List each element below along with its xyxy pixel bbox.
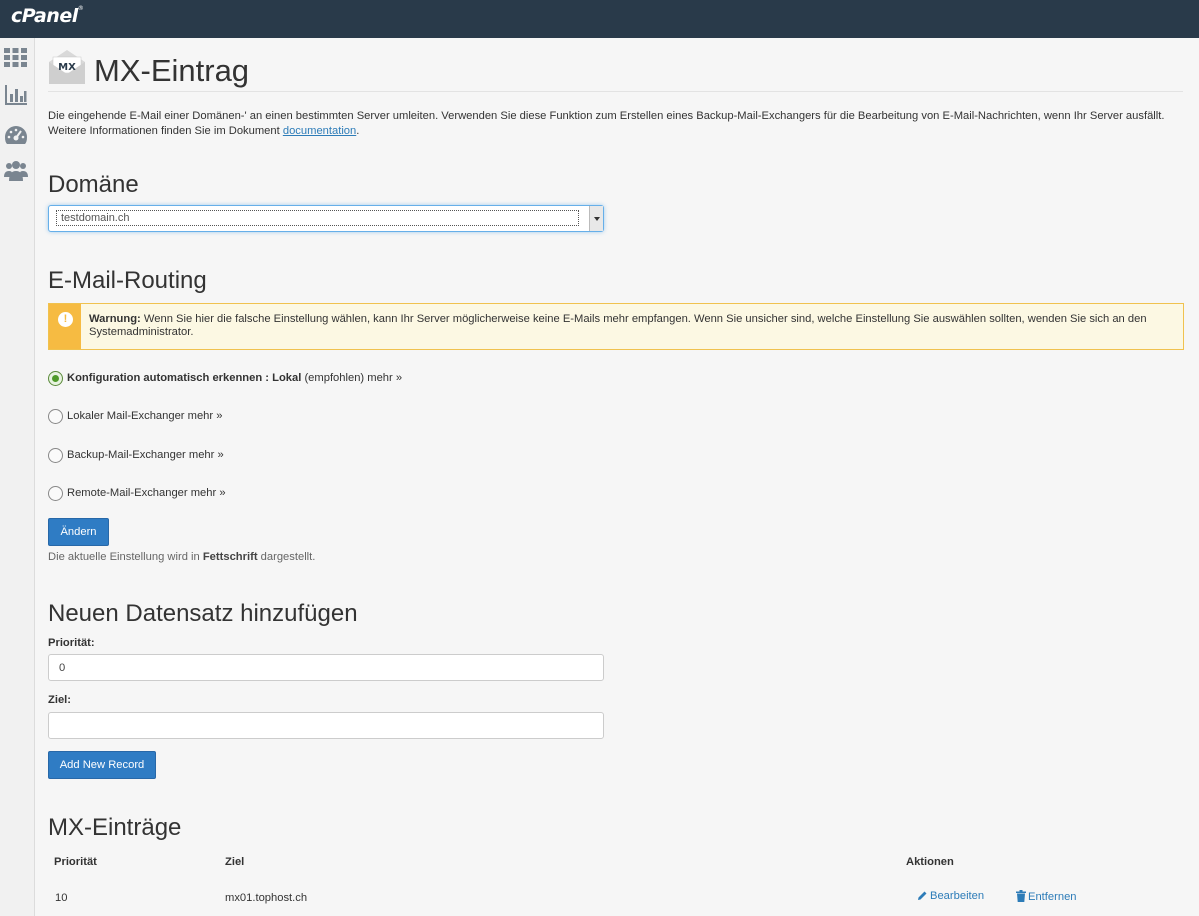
documentation-link[interactable]: documentation — [283, 125, 356, 137]
domain-select[interactable]: testdomain.ch — [48, 205, 604, 232]
mx-envelope-icon: MX — [48, 48, 86, 86]
more-link[interactable]: mehr » — [186, 449, 224, 461]
target-input[interactable] — [48, 712, 604, 739]
target-label: Ziel: — [48, 694, 71, 706]
radio-label: Remote-Mail-Exchanger mehr » — [67, 487, 226, 499]
row-priority: 10 — [55, 892, 68, 904]
add-record-heading: Neuen Datensatz hinzufügen — [48, 600, 358, 627]
more-link[interactable]: mehr » — [185, 410, 223, 422]
mx-entries-heading: MX-Einträge — [48, 814, 182, 841]
radio-button[interactable] — [48, 486, 63, 501]
page-title: MX-Eintrag — [94, 53, 250, 88]
warning-text: Warnung: Wenn Sie hier die falsche Einst… — [89, 313, 1147, 338]
warning-side-bar: ! — [49, 304, 81, 349]
domain-select-value: testdomain.ch — [56, 210, 579, 226]
priority-label: Priorität: — [48, 637, 95, 649]
trash-icon — [1016, 890, 1026, 902]
radio-label: Lokaler Mail-Exchanger mehr » — [67, 410, 223, 422]
column-header-actions: Aktionen — [906, 856, 954, 868]
remove-action[interactable]: Entfernen — [1016, 890, 1077, 903]
row-target: mx01.tophost.ch — [225, 892, 308, 904]
radio-label: Backup-Mail-Exchanger mehr » — [67, 449, 224, 461]
routing-heading: E-Mail-Routing — [48, 267, 207, 294]
radio-button[interactable] — [48, 448, 63, 463]
dashboard-gauge-icon[interactable] — [4, 124, 28, 148]
users-icon[interactable] — [4, 160, 28, 184]
chevron-down-icon — [589, 206, 603, 231]
main-content: MX MX-Eintrag Die eingehende E-Mail eine… — [36, 38, 1199, 916]
sidebar — [0, 38, 35, 916]
cpanel-logo[interactable]: cPanel® — [11, 5, 84, 27]
edit-action[interactable]: Bearbeiten — [917, 890, 984, 902]
more-link[interactable]: mehr » — [364, 372, 402, 384]
domain-heading: Domäne — [48, 171, 139, 198]
column-header-target: Ziel — [225, 856, 245, 868]
radio-button-checked[interactable] — [48, 371, 63, 386]
edit-label: Bearbeiten — [930, 890, 985, 902]
grid-icon[interactable] — [4, 46, 28, 70]
add-new-record-button[interactable]: Add New Record — [48, 751, 156, 779]
pencil-icon — [918, 891, 927, 900]
change-button[interactable]: Ändern — [48, 518, 109, 546]
page-header: MX MX-Eintrag — [48, 46, 1183, 92]
column-header-priority: Priorität — [54, 856, 97, 868]
bar-chart-icon[interactable] — [4, 84, 28, 108]
exclamation-icon: ! — [58, 312, 73, 327]
radio-label: Konfiguration automatisch erkennen : Lok… — [67, 372, 403, 384]
warning-callout: ! Warnung: Wenn Sie hier die falsche Ein… — [48, 303, 1184, 350]
top-bar: cPanel® — [0, 0, 1199, 38]
priority-input[interactable]: 0 — [48, 654, 604, 681]
remove-label: Entfernen — [1028, 891, 1077, 903]
more-link[interactable]: mehr » — [188, 487, 226, 499]
mx-icon-text: MX — [58, 62, 76, 73]
radio-button[interactable] — [48, 409, 63, 424]
page-description: Die eingehende E-Mail einer Domänen-' an… — [48, 110, 1165, 137]
current-setting-hint: Die aktuelle Einstellung wird in Fettsch… — [48, 551, 316, 563]
